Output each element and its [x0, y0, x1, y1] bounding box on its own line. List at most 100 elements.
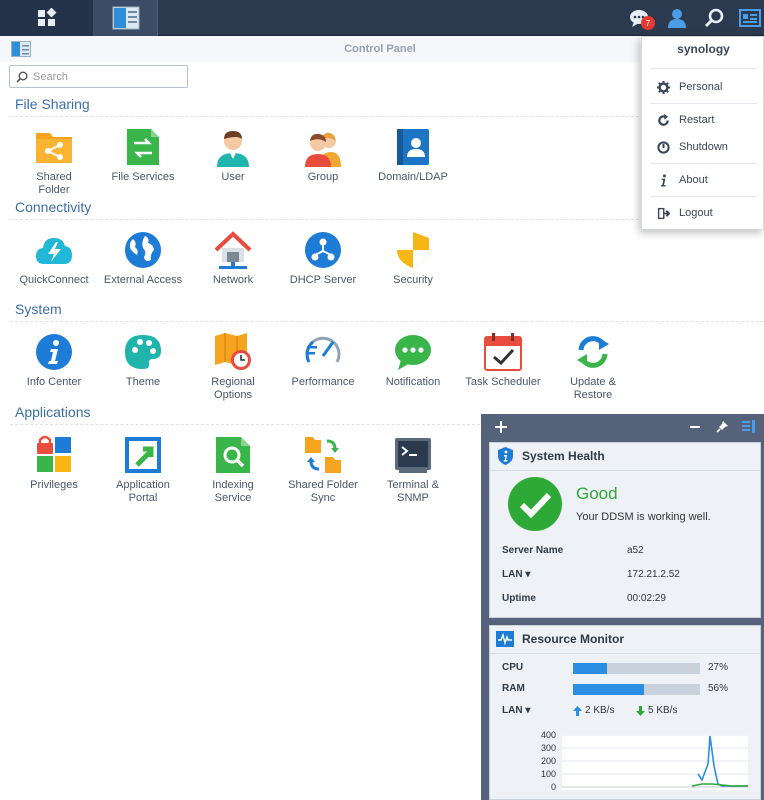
app-shared-folder-sync[interactable]: Shared Folder Sync [278, 435, 368, 505]
lan-dropdown[interactable]: LAN ▾ [502, 705, 530, 716]
monitor-icon [496, 630, 514, 648]
globe-icon [123, 230, 163, 270]
app-file-services[interactable]: File Services [98, 127, 188, 184]
lan-ip-value: 172.21.2.52 [627, 569, 680, 580]
app-label: Privileges [30, 479, 78, 491]
menu-item-restart[interactable]: Restart [656, 112, 714, 128]
chat-icon [393, 332, 433, 372]
app-label: Shared Folder Sync [288, 479, 358, 504]
chart-tick: 400 [540, 730, 556, 740]
palette-icon [123, 332, 163, 372]
app-quickconnect[interactable]: QuickConnect [9, 230, 99, 287]
chart-tick: 0 [550, 782, 556, 792]
app-domain-ldap[interactable]: Domain/LDAP [368, 127, 458, 184]
gear-icon [656, 80, 670, 94]
add-widget-icon[interactable] [495, 421, 507, 433]
app-label: Regional Options [211, 376, 255, 401]
info-icon [34, 332, 74, 372]
window-titlebar: Control Panel [0, 36, 640, 62]
menu-separator [650, 196, 757, 197]
download-value: 5 KB/s [648, 705, 678, 716]
widget-icon [739, 9, 761, 27]
app-theme[interactable]: Theme [98, 332, 188, 389]
app-label: Terminal & SNMP [387, 479, 439, 504]
app-performance[interactable]: Performance [278, 332, 368, 389]
menu-username: synology [677, 42, 730, 56]
notifications-button[interactable]: 7 [622, 0, 658, 36]
search-input[interactable]: Search [9, 65, 188, 88]
ram-usage-fill [573, 684, 645, 695]
cpu-label: CPU [502, 662, 524, 673]
menu-item-label: About [679, 174, 708, 186]
app-label: Domain/LDAP [378, 171, 448, 183]
app-external-access[interactable]: External Access [98, 230, 188, 287]
app-application-portal[interactable]: Application Portal [98, 435, 188, 505]
app-label: Security [393, 274, 433, 286]
app-label: User [221, 171, 245, 183]
app-privileges[interactable]: Privileges [9, 435, 99, 492]
resource-monitor-title: Resource Monitor [522, 632, 625, 646]
app-network[interactable]: Network [188, 230, 278, 287]
chart-tick: 100 [540, 769, 556, 779]
app-label: Application Portal [116, 479, 170, 504]
menu-item-label: Restart [679, 114, 715, 126]
widget-title: System Health [496, 443, 605, 469]
quickconnect-icon [34, 230, 74, 270]
app-dhcp-server[interactable]: DHCP Server [278, 230, 368, 287]
widget-panel: System Health Good Your DDSM is working … [481, 414, 764, 800]
app-user[interactable]: User [188, 127, 278, 184]
menu-item-label: Logout [679, 207, 713, 219]
app-label: Task Scheduler [465, 376, 541, 388]
app-shared-folder[interactable]: Shared Folder [9, 127, 99, 197]
app-indexing-service[interactable]: Indexing Service [188, 435, 278, 505]
menu-item-shutdown[interactable]: Shutdown [656, 139, 728, 155]
system-health-widget: System Health Good Your DDSM is working … [489, 442, 761, 618]
section-title-system: System [15, 301, 62, 317]
arrow-up-icon [573, 705, 582, 716]
divider [10, 321, 764, 322]
menu-item-label: Shutdown [679, 141, 728, 153]
widgets-button[interactable] [732, 0, 764, 36]
portal-icon [123, 435, 163, 475]
chart-tick: 200 [540, 756, 556, 766]
restart-icon [656, 113, 670, 127]
app-label: File Services [111, 171, 175, 183]
file-services-icon [123, 127, 163, 167]
cpu-percent: 27% [708, 662, 729, 673]
lan-dropdown[interactable]: LAN ▾ [502, 569, 530, 580]
control-panel-icon [112, 6, 139, 30]
calendar-check-icon [483, 332, 523, 372]
widget-layout-icon[interactable] [742, 420, 756, 433]
pin-icon[interactable] [716, 420, 729, 433]
control-panel-taskbar-button[interactable] [94, 0, 158, 36]
search-button[interactable] [696, 0, 732, 36]
user-button[interactable] [659, 0, 695, 36]
section-title-connectivity: Connectivity [15, 199, 92, 215]
server-name-value: a52 [627, 545, 644, 556]
main-menu-button[interactable] [0, 0, 94, 36]
folder-sync-icon [303, 435, 343, 475]
menu-separator [650, 163, 757, 164]
shield-icon [393, 230, 433, 270]
menu-item-about[interactable]: About [656, 172, 708, 188]
app-info-center[interactable]: Info Center [9, 332, 99, 389]
chart-tick: 300 [540, 743, 556, 753]
app-notification[interactable]: Notification [368, 332, 458, 389]
app-task-scheduler[interactable]: Task Scheduler [458, 332, 548, 389]
notification-badge: 7 [641, 16, 655, 30]
menu-item-logout[interactable]: Logout [656, 205, 713, 221]
divider [490, 653, 760, 654]
ram-percent: 56% [708, 683, 729, 694]
ram-usage-bar [573, 684, 700, 695]
app-regional-options[interactable]: Regional Options [188, 332, 278, 402]
app-security[interactable]: Security [368, 230, 458, 287]
divider [490, 470, 760, 471]
app-label: QuickConnect [19, 274, 89, 286]
menu-item-personal[interactable]: Personal [656, 79, 722, 95]
app-update-restore[interactable]: Update & Restore [548, 332, 638, 402]
app-terminal-snmp[interactable]: Terminal & SNMP [368, 435, 458, 505]
minimize-icon[interactable] [689, 421, 701, 433]
app-group[interactable]: Group [278, 127, 368, 184]
user-icon [668, 9, 686, 28]
upload-value: 2 KB/s [585, 705, 615, 716]
